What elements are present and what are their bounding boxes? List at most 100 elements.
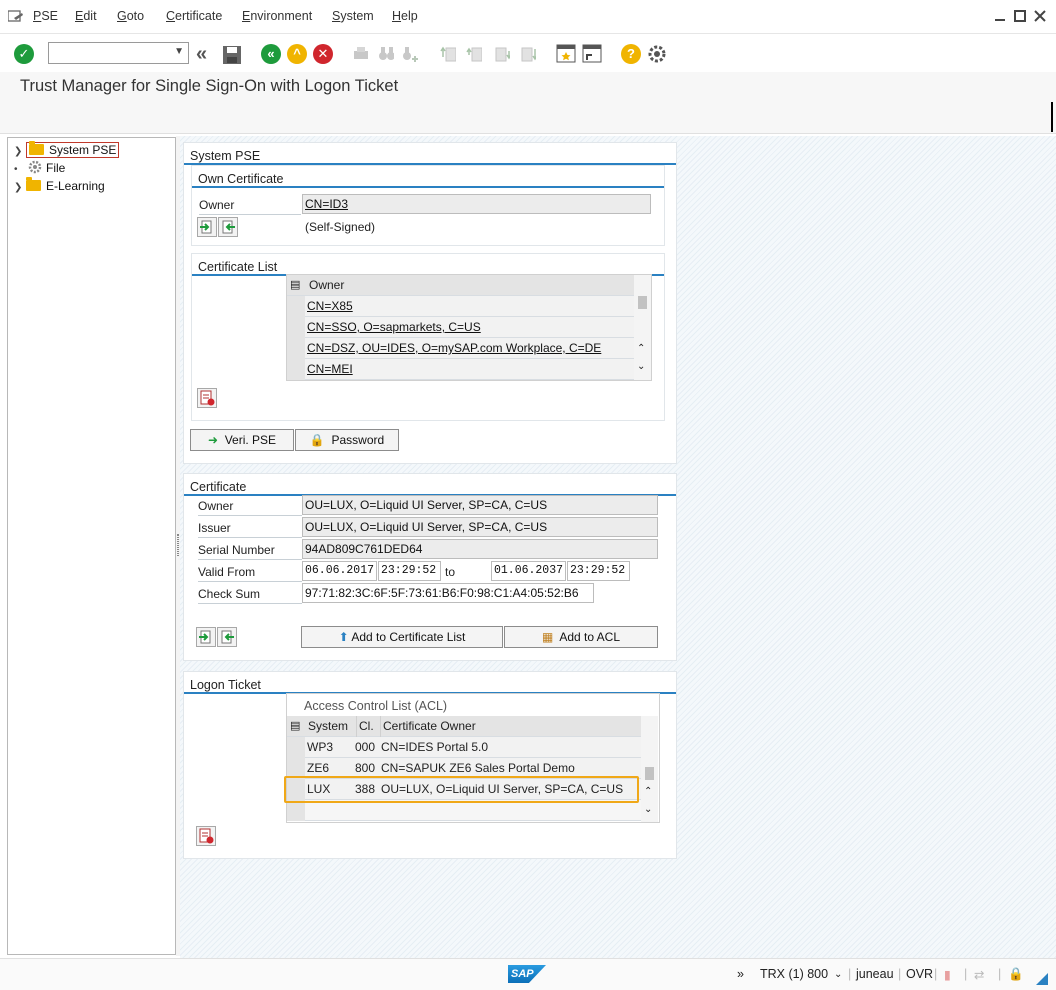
check-sum-label: Check Sum: [198, 587, 261, 601]
maximize-icon[interactable]: [1014, 10, 1026, 22]
column-owner: Owner: [309, 278, 345, 292]
tree-item-system-pse[interactable]: ❯ System PSE: [14, 141, 120, 159]
find-icon: [379, 47, 394, 60]
menu-certificate[interactable]: Certificate: [166, 9, 222, 23]
tree-item-e-learning[interactable]: ❯ E-Learning: [14, 177, 105, 195]
label-underline: [198, 603, 302, 604]
label-underline: [198, 515, 302, 516]
table-row-empty[interactable]: [287, 800, 641, 821]
own-certificate-group: Own Certificate Owner CN=ID3 (Self-Signe…: [191, 165, 665, 246]
vertical-scrollbar[interactable]: ⌃ ⌄: [634, 275, 651, 380]
valid-from-date-field[interactable]: 06.06.2017: [302, 561, 377, 581]
back-green-icon[interactable]: «: [261, 44, 281, 64]
issuer-field[interactable]: OU=LUX, O=Liquid UI Server, SP=CA, C=US: [302, 517, 658, 537]
table-row[interactable]: CN=DSZ, OU=IDES, O=mySAP.com Workplace, …: [287, 338, 634, 359]
scroll-up-icon[interactable]: ⌃: [637, 343, 645, 354]
shortcut-icon[interactable]: [582, 44, 602, 64]
table-row[interactable]: CN=SSO, O=sapmarkets, C=US: [287, 317, 634, 338]
sync-icon: ⇄: [974, 968, 985, 982]
command-field[interactable]: ▼: [48, 42, 189, 64]
create-session-icon[interactable]: [556, 44, 576, 64]
scroll-thumb[interactable]: [638, 296, 647, 309]
scroll-down-icon[interactable]: ⌄: [644, 804, 652, 815]
menu-help[interactable]: Help: [392, 9, 418, 23]
owner-label: Owner: [199, 198, 235, 212]
separator: |: [998, 967, 1002, 981]
separator: |: [934, 967, 938, 981]
upload-icon: ⬆: [338, 630, 349, 644]
server-name: juneau: [856, 967, 894, 981]
tree-item-file[interactable]: • File: [14, 159, 65, 177]
separator: |: [898, 967, 902, 981]
page-title: Trust Manager for Single Sign-On with Lo…: [20, 77, 399, 95]
toolbar: ✓ ▼ « « ^ ✕ ?: [0, 34, 1056, 72]
valid-from-time-field[interactable]: 23:29:52: [378, 561, 441, 581]
toolbar-edge: [1051, 102, 1053, 132]
scroll-up-icon[interactable]: ⌃: [644, 786, 652, 797]
settings-icon[interactable]: [647, 44, 667, 64]
cancel-icon[interactable]: ✕: [313, 44, 333, 64]
exit-icon[interactable]: ^: [287, 44, 307, 64]
scroll-thumb[interactable]: [645, 767, 654, 780]
menu-edit[interactable]: Edit: [75, 9, 97, 23]
minimize-icon[interactable]: [994, 10, 1006, 22]
password-button[interactable]: 🔒 Password: [295, 429, 399, 451]
insert-mode[interactable]: OVR: [906, 967, 933, 981]
import-icon[interactable]: [218, 217, 238, 237]
export-icon[interactable]: [196, 627, 216, 647]
delete-entry-icon[interactable]: [196, 826, 216, 846]
valid-to-date-field[interactable]: 01.06.2037: [491, 561, 566, 581]
find-next-icon: [403, 47, 418, 62]
vertical-scrollbar[interactable]: ⌃ ⌄: [641, 716, 658, 822]
certificate-title: Certificate: [184, 474, 676, 496]
chevron-down-icon[interactable]: ▼: [174, 46, 184, 57]
own-certificate-title: Own Certificate: [192, 166, 664, 188]
sap-logo: SAP: [508, 965, 546, 983]
resize-grip-icon[interactable]: [1036, 973, 1048, 985]
export-icon[interactable]: [197, 217, 217, 237]
self-signed-text: (Self-Signed): [305, 220, 376, 234]
own-owner-field[interactable]: CN=ID3: [302, 194, 651, 214]
veri-pse-button[interactable]: ➜ Veri. PSE: [190, 429, 294, 451]
serial-number-field[interactable]: 94AD809C761DED64: [302, 539, 658, 559]
to-label: to: [445, 565, 456, 579]
chevron-right-icon[interactable]: ❯: [14, 179, 26, 197]
separator: |: [848, 967, 852, 981]
cert-owner-field[interactable]: OU=LUX, O=Liquid UI Server, SP=CA, C=US: [302, 495, 658, 515]
menu-environment[interactable]: Environment: [242, 9, 312, 23]
row-selector-column[interactable]: [287, 296, 305, 380]
delete-entry-icon[interactable]: [197, 388, 217, 408]
check-sum-field[interactable]: 97:71:82:3C:6F:5F:73:61:B6:F0:98:C1:A4:0…: [302, 583, 594, 603]
add-to-acl-button[interactable]: ▦ Add to ACL: [504, 626, 658, 648]
issuer-label: Issuer: [198, 521, 231, 535]
import-icon[interactable]: [217, 627, 237, 647]
menu-pse[interactable]: PSE: [33, 9, 58, 23]
certificate-group: Certificate Owner OU=LUX, O=Liquid UI Se…: [183, 473, 677, 661]
column-settings-icon[interactable]: ▤: [290, 275, 300, 296]
navigation-tree: ❯ System PSE • File ❯ E-Learning: [7, 137, 176, 955]
chevron-down-icon[interactable]: ⌄: [834, 969, 842, 980]
session-info[interactable]: TRX (1) 800: [760, 967, 828, 981]
enter-icon[interactable]: ✓: [14, 44, 34, 64]
close-icon[interactable]: [1034, 10, 1046, 22]
table-row[interactable]: CN=X85: [287, 296, 634, 317]
add-to-certificate-list-button[interactable]: ⬆ Add to Certificate List: [301, 626, 503, 648]
menu-icon[interactable]: [8, 10, 24, 24]
menu-system[interactable]: System: [332, 9, 374, 23]
back-double-icon[interactable]: «: [196, 43, 207, 66]
table-row[interactable]: CN=MEI: [287, 359, 634, 380]
expand-status-icon[interactable]: »: [737, 967, 744, 981]
gear-icon: [28, 160, 42, 174]
valid-to-time-field[interactable]: 23:29:52: [567, 561, 630, 581]
table-row[interactable]: WP3 000 CN=IDES Portal 5.0: [287, 737, 641, 758]
menu-goto[interactable]: Goto: [117, 9, 144, 23]
column-settings-icon[interactable]: ▤: [290, 716, 300, 737]
acl-title: Access Control List (ACL): [304, 699, 448, 713]
tree-item-label: System PSE: [49, 143, 117, 157]
help-icon[interactable]: ?: [621, 44, 641, 64]
save-icon[interactable]: [222, 45, 242, 65]
label-underline: [198, 559, 302, 560]
column-system: System: [308, 719, 349, 733]
lock-icon: 🔒: [1008, 967, 1024, 981]
scroll-down-icon[interactable]: ⌄: [637, 361, 645, 372]
